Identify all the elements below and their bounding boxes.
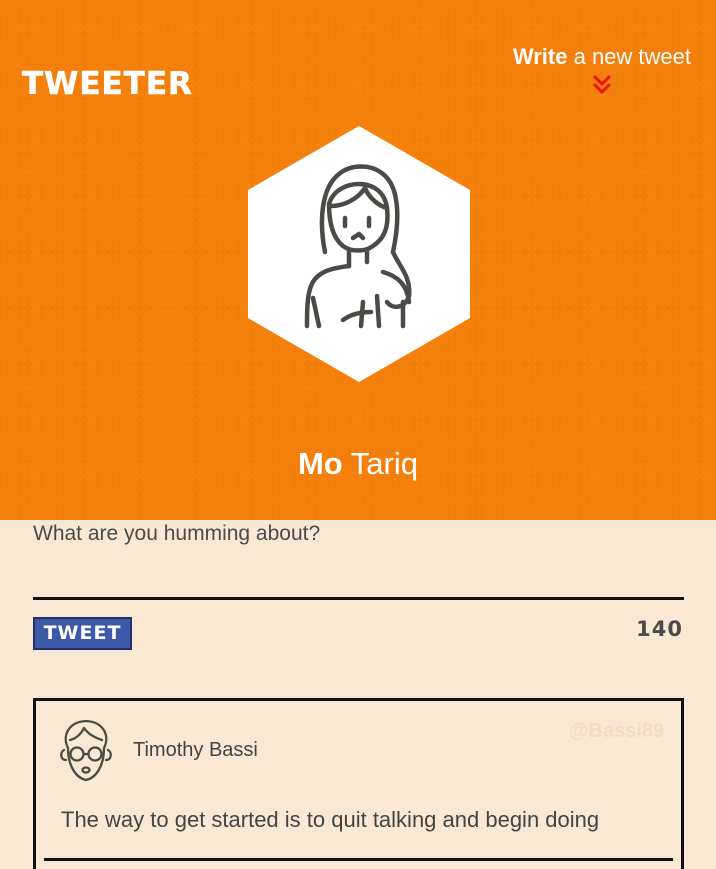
write-link-text: a new tweet xyxy=(567,44,691,69)
profile-name: Mo Tariq xyxy=(0,446,716,482)
write-tweet-link[interactable]: Write a new tweet xyxy=(513,44,691,96)
write-link-strong: Write xyxy=(512,44,568,69)
tweet-author-handle[interactable]: @Bassi89 xyxy=(569,720,664,743)
profile-header: TWEETER Write a new tweet Mo Tariq xyxy=(0,0,716,520)
tweet-text: The way to get started is to quit talkin… xyxy=(61,807,600,832)
app-logo[interactable]: TWEETER xyxy=(22,66,193,103)
compose-tweet-input[interactable] xyxy=(33,518,684,600)
character-counter: 140 xyxy=(636,617,683,641)
tweet-button[interactable]: TWEET xyxy=(33,617,132,650)
profile-first-name: Mo xyxy=(297,446,343,481)
double-chevron-down-icon[interactable] xyxy=(591,74,613,96)
profile-avatar xyxy=(248,126,470,382)
tweet-card: Timothy Bassi @Bassi89 The way to get st… xyxy=(33,698,684,869)
man-glasses-avatar-icon xyxy=(60,719,112,782)
profile-last-name: Tariq xyxy=(342,446,418,481)
tweet-author-name: Timothy Bassi xyxy=(133,739,258,761)
tweet-divider xyxy=(44,858,673,861)
